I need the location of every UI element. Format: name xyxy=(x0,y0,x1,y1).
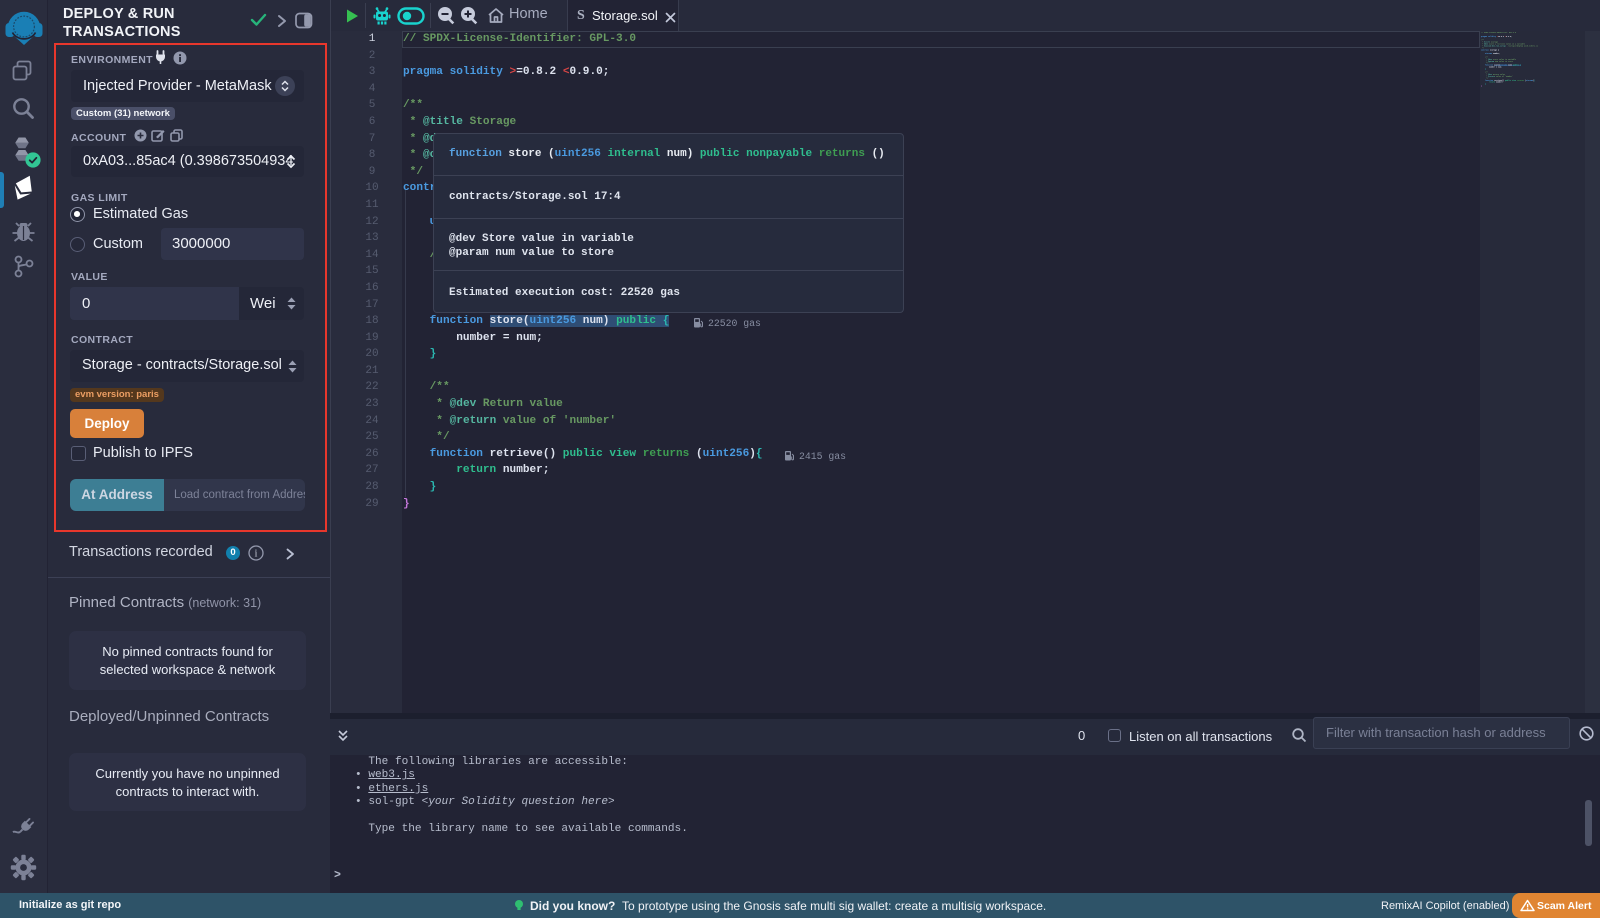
svg-text:i: i xyxy=(255,549,258,560)
